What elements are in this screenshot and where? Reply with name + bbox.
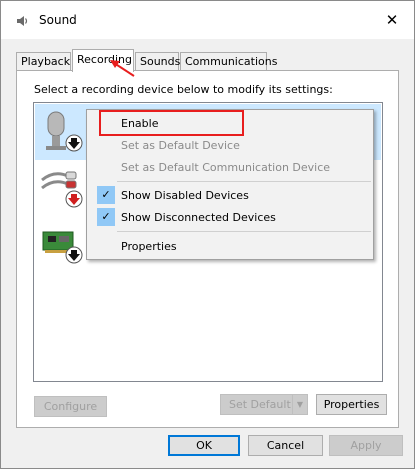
properties-button[interactable]: Properties	[316, 394, 387, 415]
window-title: Sound	[39, 13, 77, 27]
apply-button[interactable]: Apply	[329, 435, 403, 456]
tab-sounds[interactable]: Sounds	[135, 52, 180, 71]
title-bar[interactable]: Sound ✕	[1, 1, 414, 39]
checkmark-icon: ✓	[97, 208, 115, 226]
menu-separator	[117, 181, 371, 182]
tab-playback[interactable]: Playback	[16, 52, 71, 71]
annotation-arrow-icon	[110, 60, 135, 77]
instruction-text: Select a recording device below to modif…	[34, 83, 333, 96]
set-default-button[interactable]: Set Default ▼	[220, 394, 308, 415]
menu-item-set-default-device[interactable]: Set as Default Device	[89, 135, 371, 157]
menu-item-properties[interactable]: Properties	[89, 236, 371, 258]
cancel-button[interactable]: Cancel	[248, 435, 323, 456]
annotation-highlight-box	[99, 110, 244, 136]
tab-communications[interactable]: Communications	[180, 52, 277, 71]
audio-cable-icon	[41, 171, 83, 208]
checkmark-icon: ✓	[97, 186, 115, 204]
close-icon: ✕	[385, 11, 399, 29]
sound-card-icon	[42, 231, 83, 264]
speaker-icon	[17, 16, 28, 26]
microphone-icon	[46, 111, 83, 152]
dropdown-arrow-icon[interactable]: ▼	[292, 395, 307, 414]
configure-button[interactable]: Configure	[34, 396, 107, 417]
ok-button[interactable]: OK	[168, 435, 240, 456]
menu-item-set-default-communication-device[interactable]: Set as Default Communication Device	[89, 157, 371, 179]
menu-item-show-disabled-devices[interactable]: ✓ Show Disabled Devices	[89, 185, 371, 207]
menu-separator	[117, 231, 371, 232]
close-button[interactable]: ✕	[379, 7, 405, 33]
menu-item-show-disconnected-devices[interactable]: ✓ Show Disconnected Devices	[89, 207, 371, 229]
